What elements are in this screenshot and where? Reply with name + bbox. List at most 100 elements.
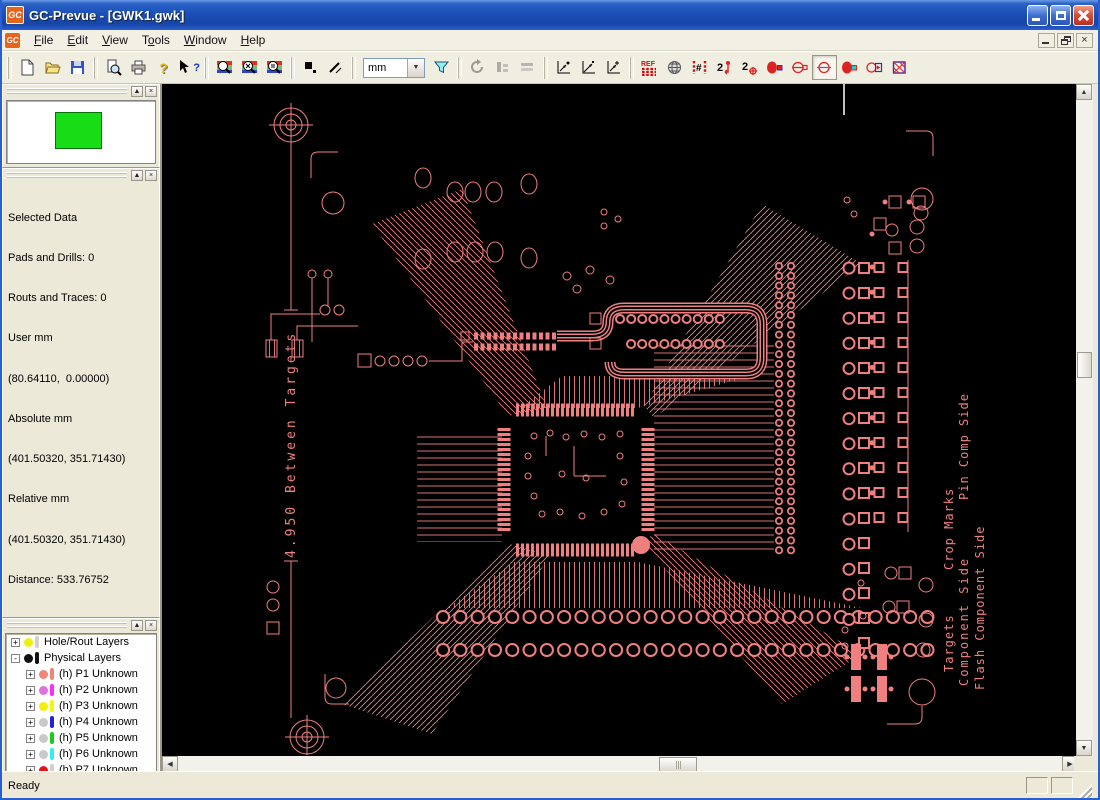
minimize-button[interactable]: [1027, 4, 1048, 26]
navigator-panel-header[interactable]: ▲ ×: [3, 85, 159, 98]
measure-distance-button[interactable]: [576, 55, 601, 80]
minimize-icon: [1032, 17, 1040, 21]
panel-pin-button[interactable]: ▲: [131, 620, 143, 631]
tree-row[interactable]: + (h) P1 Unknown: [6, 666, 156, 682]
open-file-button[interactable]: [40, 55, 65, 80]
tree-label[interactable]: (h) P3 Unknown: [59, 700, 138, 712]
filled-pad-cyan-button[interactable]: [837, 55, 862, 80]
pcb-canvas[interactable]: 4.950 Between Targets Pin Comp Side Crop…: [162, 84, 1078, 756]
tree-row[interactable]: + (h) P3 Unknown: [6, 698, 156, 714]
tree-row[interactable]: + Hole/Rout Layers: [6, 634, 156, 650]
selected-data-panel-header[interactable]: ▲ ×: [3, 169, 159, 182]
vertical-scroll-thumb[interactable]: [1077, 352, 1092, 378]
resize-grip[interactable]: [1078, 784, 1092, 798]
sphere-view-button[interactable]: [662, 55, 687, 80]
panel-grip[interactable]: [7, 622, 127, 629]
step-up-button[interactable]: 2: [712, 55, 737, 80]
reference-grid-button[interactable]: REF: [637, 55, 662, 80]
tree-label[interactable]: Hole/Rout Layers: [44, 636, 129, 648]
tree-expander[interactable]: +: [26, 701, 35, 711]
scroll-left-icon[interactable]: ◀: [162, 756, 178, 772]
panel-pin-button[interactable]: ▲: [131, 86, 143, 97]
tree-expander[interactable]: +: [26, 733, 35, 743]
status-bar: Ready: [2, 771, 1098, 798]
tree-expander[interactable]: -: [11, 653, 20, 663]
context-help-button[interactable]: ?: [176, 55, 201, 80]
tree-expander[interactable]: +: [26, 717, 35, 727]
horizontal-scroll-thumb[interactable]: [659, 757, 697, 772]
panel-grip[interactable]: [7, 172, 127, 179]
navigator-viewport-rect[interactable]: [55, 112, 102, 149]
menu-item[interactable]: Help: [234, 31, 273, 49]
app-logo-icon: GC: [6, 6, 24, 24]
tree-row[interactable]: + (h) P2 Unknown: [6, 682, 156, 698]
pad-mode-button[interactable]: [298, 55, 323, 80]
panel-close-button[interactable]: ×: [145, 170, 157, 181]
zoom-in-button[interactable]: [212, 55, 237, 80]
component-side-label: Component Side: [957, 557, 971, 686]
mdi-close-button[interactable]: ×: [1076, 32, 1093, 48]
scroll-up-icon[interactable]: ▲: [1076, 84, 1092, 100]
crosshatch-box-button[interactable]: [887, 55, 912, 80]
tree-row[interactable]: + (h) P5 Unknown: [6, 730, 156, 746]
layer-color-dot: [39, 717, 48, 727]
filled-rect-pads: [844, 644, 894, 702]
dropdown-arrow-icon[interactable]: ▼: [407, 58, 424, 77]
tree-expander[interactable]: +: [26, 749, 35, 759]
measure-add-button[interactable]: [601, 55, 626, 80]
units-dropdown[interactable]: mm ▼: [363, 57, 425, 78]
trace-mode-button[interactable]: [323, 55, 348, 80]
tree-row[interactable]: + (h) P6 Unknown: [6, 746, 156, 762]
mdi-restore-button[interactable]: [1057, 32, 1074, 48]
step-target-button[interactable]: 2: [737, 55, 762, 80]
mdi-minimize-button[interactable]: [1038, 32, 1055, 48]
close-button[interactable]: [1073, 4, 1094, 26]
save-button[interactable]: [65, 55, 90, 80]
tree-expander[interactable]: +: [11, 637, 20, 647]
vertical-scrollbar[interactable]: ▲ ▼: [1076, 84, 1093, 756]
selected-data-title: Selected Data: [8, 211, 78, 224]
panel-close-button[interactable]: ×: [145, 86, 157, 97]
toolbar: ? ? mm ▼ REF # 2 2: [2, 51, 1098, 84]
tree-label[interactable]: (h) P4 Unknown: [59, 716, 138, 728]
tree-expander[interactable]: +: [26, 669, 35, 679]
pad-shape-button[interactable]: [862, 55, 887, 80]
scroll-down-icon[interactable]: ▼: [1076, 740, 1092, 756]
tree-label[interactable]: (h) P1 Unknown: [59, 668, 138, 680]
layers-panel-header[interactable]: ▲ ×: [3, 619, 159, 632]
filter-button[interactable]: [429, 55, 454, 80]
tree-label[interactable]: (h) P2 Unknown: [59, 684, 138, 696]
pad-numbers-button[interactable]: #: [687, 55, 712, 80]
outline-pad-button-active[interactable]: [812, 55, 837, 80]
navigator-view[interactable]: [6, 100, 156, 164]
print-preview-button[interactable]: [101, 55, 126, 80]
maximize-button[interactable]: [1050, 4, 1071, 26]
tree-row[interactable]: - Physical Layers: [6, 650, 156, 666]
tree-expander[interactable]: +: [26, 685, 35, 695]
zoom-extents-button[interactable]: [262, 55, 287, 80]
tree-label[interactable]: (h) P6 Unknown: [59, 748, 138, 760]
menu-item[interactable]: Tools: [135, 31, 177, 49]
outline-pad-trace-button[interactable]: [787, 55, 812, 80]
tree-row[interactable]: + (h) P4 Unknown: [6, 714, 156, 730]
panel-grip[interactable]: [7, 88, 127, 95]
filled-pad-button[interactable]: [762, 55, 787, 80]
menu-item[interactable]: File: [27, 31, 60, 49]
new-file-button[interactable]: [15, 55, 40, 80]
tree-label[interactable]: Physical Layers: [44, 652, 121, 664]
help-button[interactable]: ?: [151, 55, 176, 80]
measure-point-button[interactable]: [551, 55, 576, 80]
tree-label[interactable]: (h) P5 Unknown: [59, 732, 138, 744]
zoom-window-button[interactable]: [237, 55, 262, 80]
menu-item[interactable]: View: [95, 31, 135, 49]
mdi-minimize-icon: [1042, 41, 1049, 44]
panel-pin-button[interactable]: ▲: [131, 170, 143, 181]
menu-item[interactable]: Edit: [60, 31, 95, 49]
title-bar[interactable]: GC GC-Prevue - [GWK1.gwk]: [2, 0, 1098, 30]
menu-item[interactable]: Window: [177, 31, 234, 49]
layer-color-dot: [24, 653, 33, 663]
panel-close-button[interactable]: ×: [145, 620, 157, 631]
sidebar: ▲ × ▲ × Selected Data Pads and Drills: 0…: [2, 84, 162, 798]
print-button[interactable]: [126, 55, 151, 80]
toolbar-grip[interactable]: [7, 56, 12, 79]
